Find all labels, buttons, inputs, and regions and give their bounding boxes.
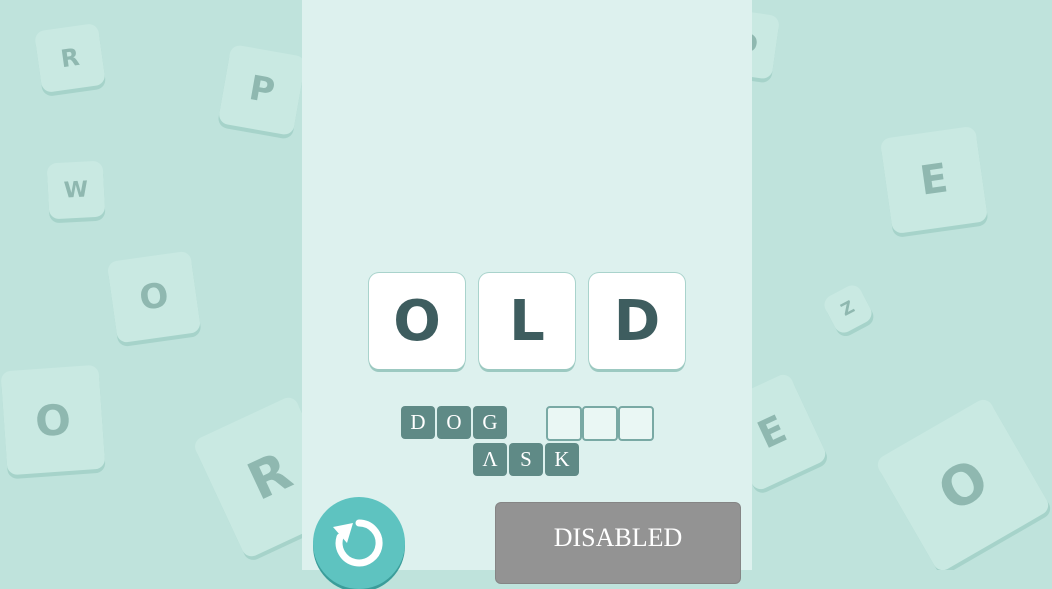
empty-letter-slot [546,406,582,441]
empty-letter-slot [582,406,618,441]
bg-letter-tile: R [33,22,107,94]
bg-letter-tile: Z [820,281,876,337]
submit-button[interactable]: DISABLED [496,503,740,583]
word-tile[interactable]: O [369,273,465,369]
undo-icon [333,519,383,567]
history-letter: O [437,406,471,439]
bg-letter-tile: O [0,364,106,476]
bg-letter-tile: O [106,250,202,344]
word-tile[interactable]: L [479,273,575,369]
bg-letter-tile: P [217,44,307,136]
history-letter: G [473,406,507,439]
bg-letter-tile: E [879,125,989,235]
undo-button[interactable] [313,497,405,589]
bg-letter-tile: O [874,396,1052,570]
history-letter: Λ [473,443,507,476]
history-letter: K [545,443,579,476]
empty-letter-slot [618,406,654,441]
bg-letter-tile: W [46,160,106,220]
word-tile[interactable]: D [589,273,685,369]
history-letter: D [401,406,435,439]
history-letter: S [509,443,543,476]
